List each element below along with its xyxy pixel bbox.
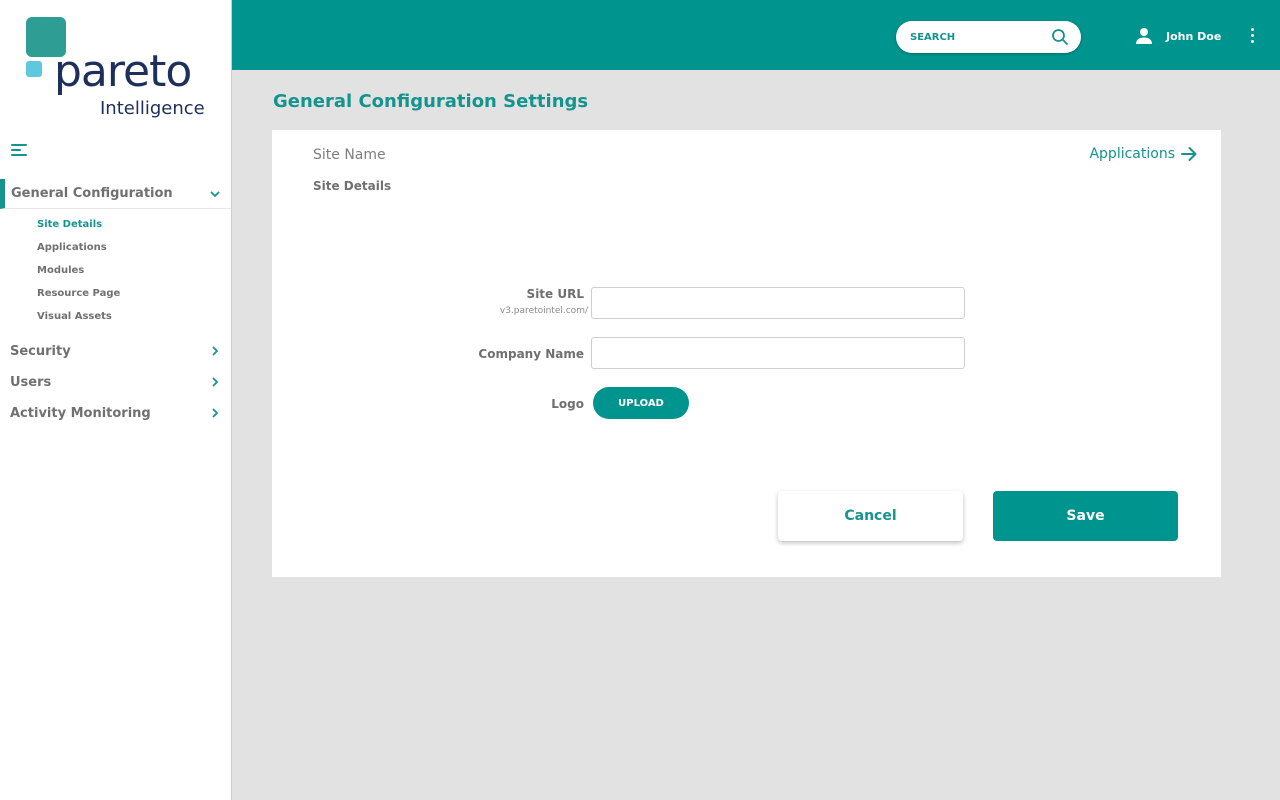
sidebar-item-general-configuration[interactable]: General Configuration: [0, 179, 231, 209]
sidebar-item-security[interactable]: Security: [0, 336, 231, 367]
site-url-hint: v3.paretointel.com/: [499, 306, 588, 316]
brand-logo[interactable]: pareto Intelligence: [0, 0, 232, 130]
sidebar-item-users[interactable]: Users: [0, 367, 231, 398]
logo-square-cyan: [26, 61, 42, 77]
user-name: John Doe: [1166, 29, 1222, 43]
brand-tagline: Intelligence: [100, 98, 205, 119]
applications-link-label: Applications: [1089, 146, 1175, 162]
sidebar-item-site-details[interactable]: Site Details: [0, 213, 231, 236]
user-menu[interactable]: John Doe: [1134, 26, 1221, 46]
site-name: Site Name: [313, 147, 386, 163]
sidebar: pareto Intelligence General Configuratio…: [0, 0, 232, 800]
cancel-button[interactable]: Cancel: [778, 491, 963, 541]
sidebar-item-resource-page[interactable]: Resource Page: [0, 282, 231, 305]
arrow-right-icon: [1181, 147, 1197, 161]
sidebar-item-label: General Configuration: [11, 186, 173, 201]
sidebar-item-activity-monitoring[interactable]: Activity Monitoring: [0, 398, 231, 429]
search-icon[interactable]: [1051, 28, 1069, 46]
nav-group-general-configuration: General Configuration Site Details Appli…: [0, 179, 231, 328]
sidebar-item-applications[interactable]: Applications: [0, 236, 231, 259]
company-name-input[interactable]: [591, 337, 965, 369]
sidebar-item-visual-assets[interactable]: Visual Assets: [0, 305, 231, 328]
applications-link[interactable]: Applications: [1089, 145, 1198, 163]
chevron-right-icon: [212, 346, 218, 356]
sidebar-item-modules[interactable]: Modules: [0, 259, 231, 282]
sidebar-item-label: Users: [10, 375, 52, 390]
site-url-label: Site URL: [526, 287, 584, 301]
chevron-right-icon: [212, 408, 218, 418]
upload-button[interactable]: UPLOAD: [593, 387, 689, 419]
section-title: Site Details: [313, 179, 392, 193]
user-icon: [1136, 28, 1152, 44]
chevron-right-icon: [212, 377, 218, 387]
site-url-input[interactable]: [591, 287, 965, 319]
search-box[interactable]: [896, 21, 1081, 53]
page-title: General Configuration Settings: [273, 91, 589, 112]
top-bar: John Doe: [232, 0, 1280, 70]
sidebar-item-label: Activity Monitoring: [10, 406, 151, 421]
sidebar-item-label: Security: [10, 344, 71, 359]
search-input[interactable]: [910, 31, 1040, 43]
brand-name: pareto: [54, 46, 192, 97]
company-name-label: Company Name: [478, 347, 584, 361]
submenu-general-configuration: Site Details Applications Modules Resour…: [0, 209, 231, 328]
sidebar-nav: General Configuration Site Details Appli…: [0, 179, 231, 429]
logo-label: Logo: [551, 397, 584, 411]
save-button[interactable]: Save: [993, 491, 1178, 541]
chevron-down-icon: [210, 191, 220, 197]
settings-card: Site Name Site Details Applications Site…: [272, 130, 1221, 577]
hamburger-icon[interactable]: [11, 143, 29, 159]
kebab-icon[interactable]: [1248, 27, 1256, 45]
